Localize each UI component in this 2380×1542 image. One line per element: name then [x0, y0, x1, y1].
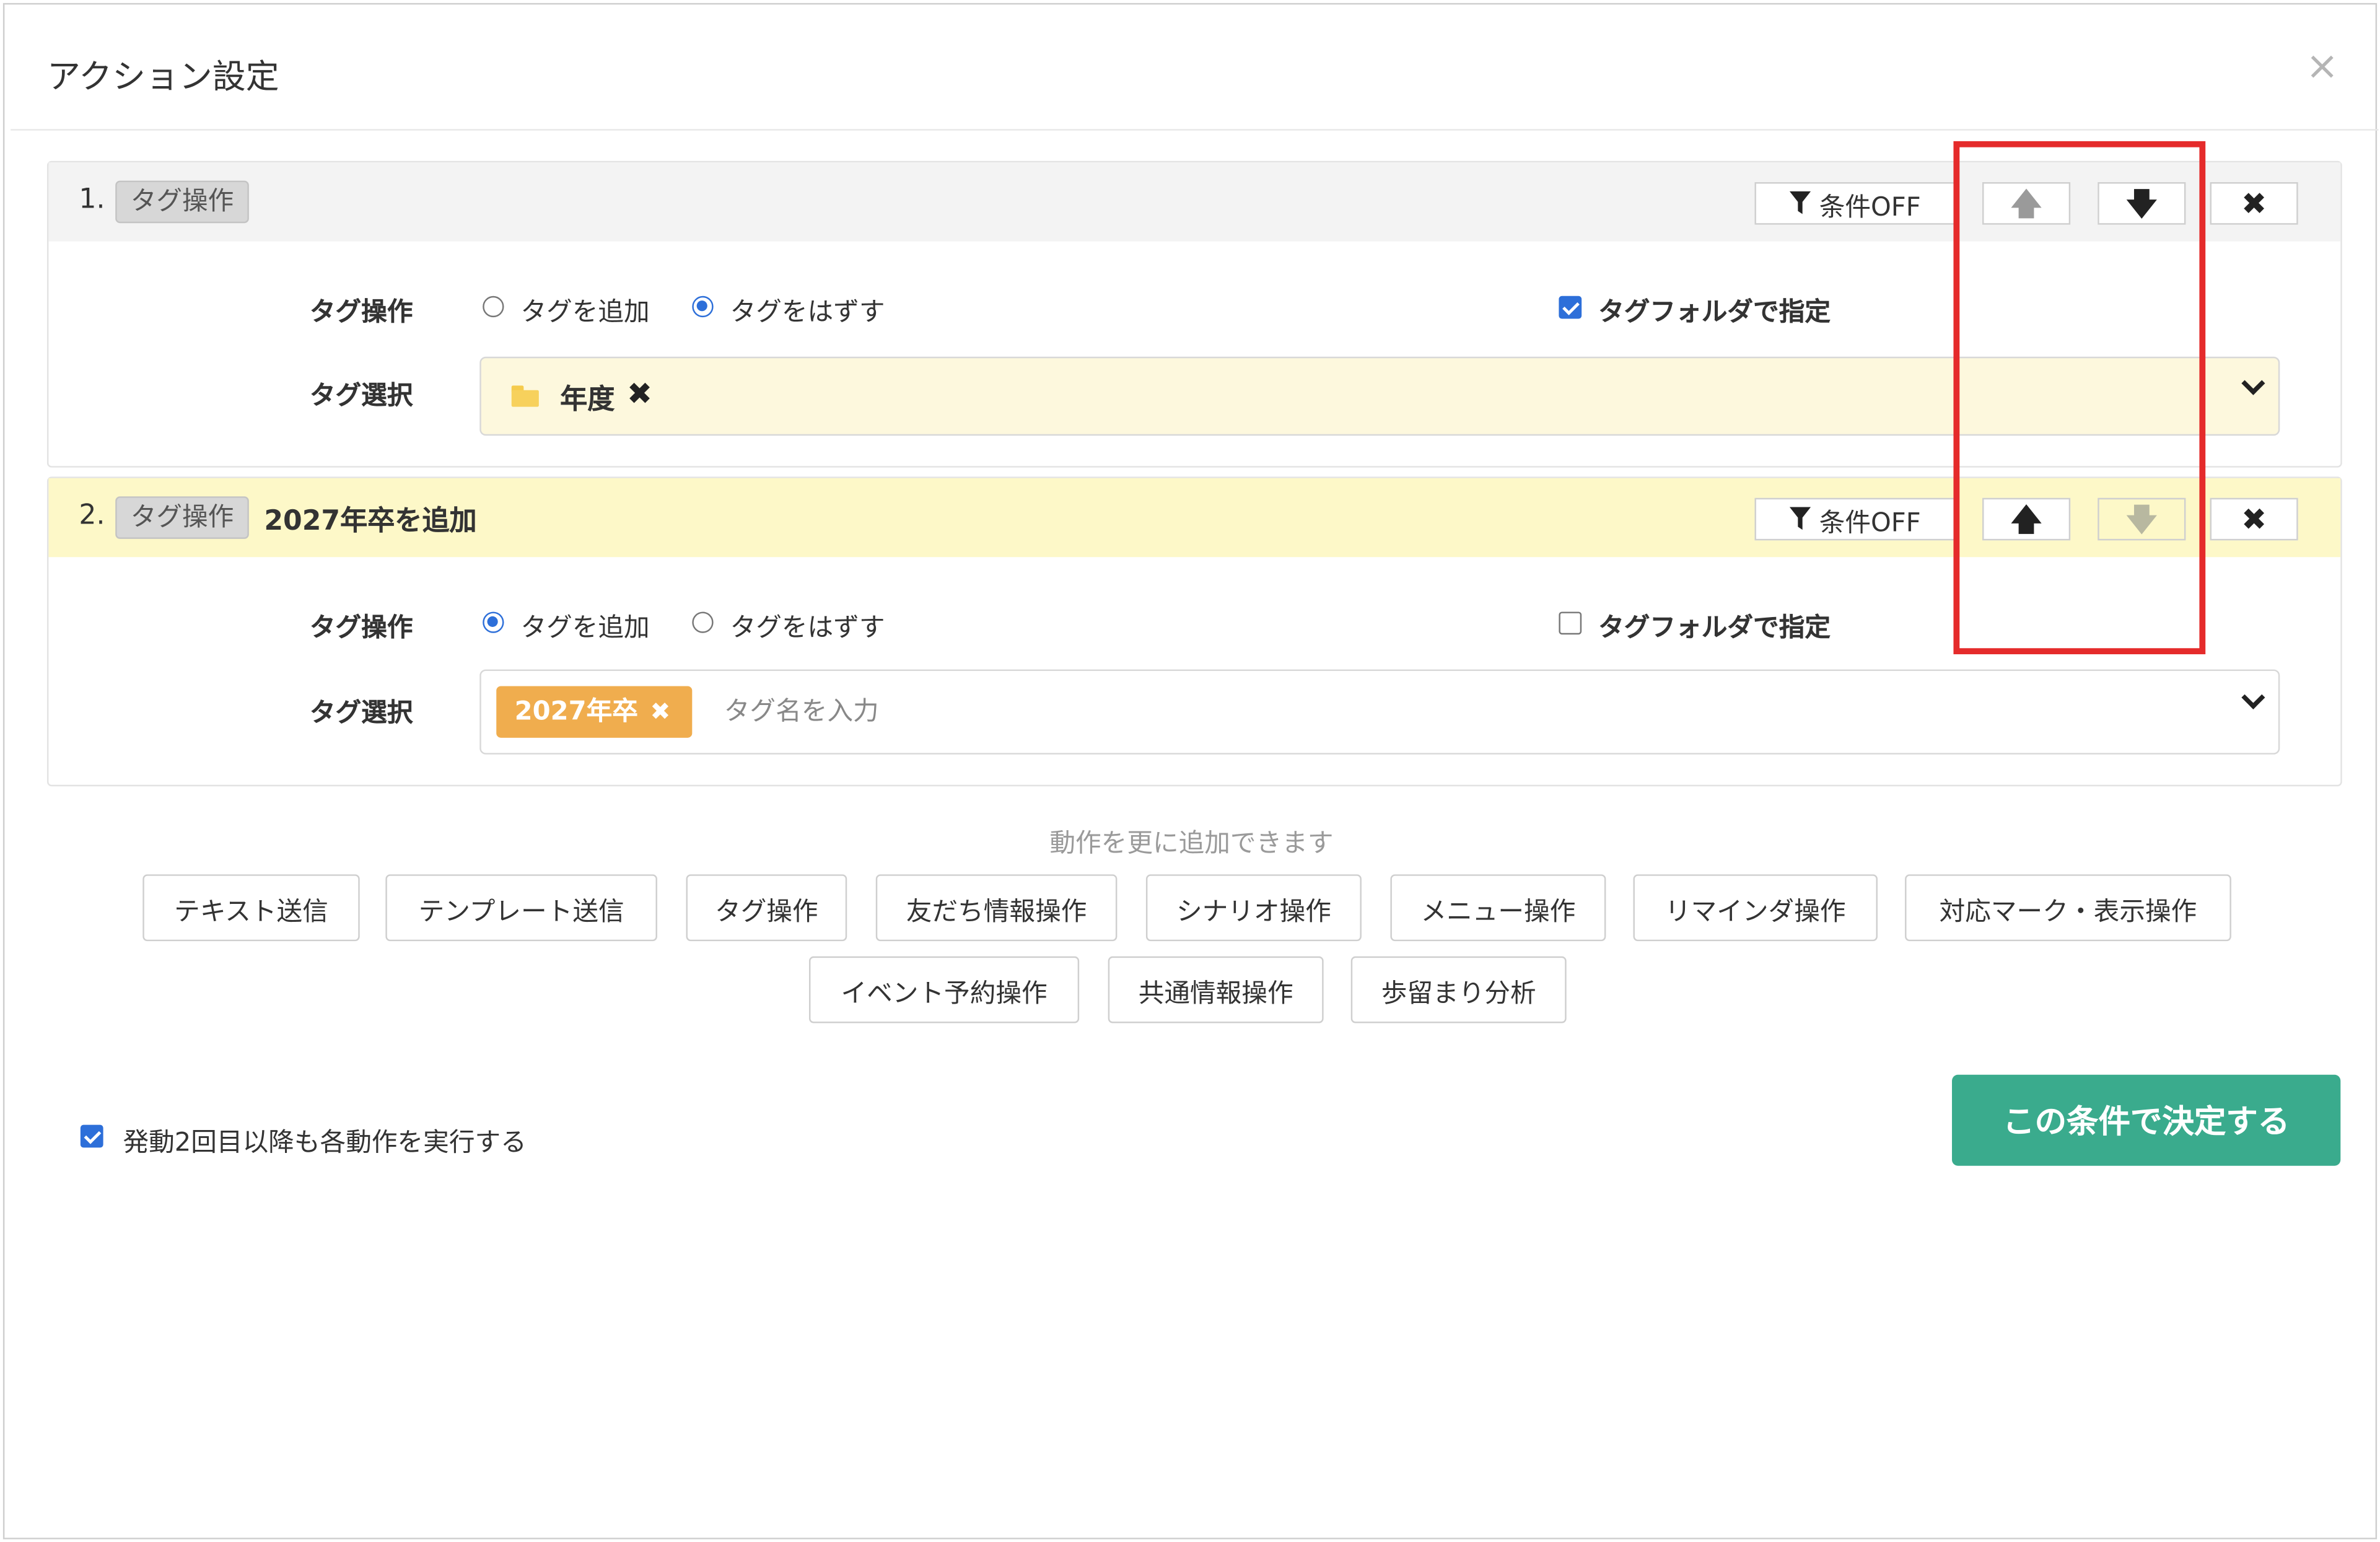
- folder-checkbox-label: タグフォルダで指定: [1598, 613, 1831, 644]
- radio-add-tag-label: タグを追加: [520, 297, 650, 328]
- action-panel-2: 2. タグ操作 2027年卒を追加 条件OFF 🡅 🡇 ✖ タグ操作 タグを追加…: [46, 476, 2342, 787]
- add-shared-info-button[interactable]: 共通情報操作: [1108, 956, 1324, 1023]
- add-friend-info-button[interactable]: 友だち情報操作: [875, 874, 1118, 942]
- radio-remove-tag-label: タグをはずす: [730, 613, 885, 644]
- delete-action-button[interactable]: ✖: [2210, 497, 2298, 541]
- close-icon[interactable]: ×: [2306, 47, 2338, 87]
- folder-checkbox-label: タグフォルダで指定: [1598, 297, 1831, 328]
- arrow-up-icon: 🡅: [2010, 501, 2042, 538]
- folder-checkbox[interactable]: [1559, 611, 1582, 635]
- add-conversion-analysis-button[interactable]: 歩留まり分析: [1350, 956, 1567, 1023]
- tag-select[interactable]: 2027年卒 ✖: [479, 669, 2280, 755]
- add-tag-operation-button[interactable]: タグ操作: [686, 874, 847, 942]
- action-type-badge: タグ操作: [115, 496, 249, 539]
- header-divider: [11, 129, 2379, 131]
- radio-add-tag[interactable]: [483, 296, 504, 318]
- condition-toggle-button[interactable]: 条件OFF: [1754, 497, 1955, 541]
- add-reminder-button[interactable]: リマインダ操作: [1633, 874, 1878, 942]
- delete-action-button[interactable]: ✖: [2210, 182, 2298, 225]
- submit-button[interactable]: この条件で決定する: [1952, 1074, 2341, 1166]
- add-event-booking-button[interactable]: イベント予約操作: [808, 956, 1080, 1023]
- radio-remove-tag[interactable]: [692, 296, 714, 318]
- move-up-button[interactable]: 🡅: [1982, 182, 2071, 225]
- add-template-send-button[interactable]: テンプレート送信: [385, 874, 657, 942]
- chevron-down-icon[interactable]: [2242, 689, 2263, 710]
- action-settings-modal: アクション設定 × 1. タグ操作 条件OFF 🡅 🡇 ✖ タグ操作 タグを追加…: [2, 2, 2379, 1540]
- arrow-up-icon: 🡅: [2010, 185, 2042, 222]
- condition-toggle-button[interactable]: 条件OFF: [1754, 182, 1955, 225]
- close-icon: ✖: [2241, 501, 2267, 538]
- tag-operation-label: タグ操作: [309, 297, 413, 328]
- add-mark-display-button[interactable]: 対応マーク・表示操作: [1905, 874, 2231, 942]
- selected-tag-chip: 2027年卒 ✖: [496, 686, 692, 738]
- tag-operation-label: タグ操作: [309, 613, 413, 644]
- remove-tag-icon[interactable]: ✖: [650, 686, 671, 738]
- folder-checkbox[interactable]: [1559, 296, 1582, 319]
- tag-select-label: タグ選択: [309, 381, 413, 412]
- radio-add-tag-label: タグを追加: [520, 613, 650, 644]
- action-number: 1.: [79, 183, 105, 216]
- action-header-2: 2. タグ操作 2027年卒を追加 条件OFF 🡅 🡇 ✖: [48, 478, 2341, 558]
- add-actions-hint: 動作を更に追加できます: [1049, 828, 1334, 859]
- tag-name-input[interactable]: [724, 692, 1635, 732]
- remove-folder-icon[interactable]: ✖: [627, 375, 652, 411]
- radio-remove-tag[interactable]: [692, 611, 714, 633]
- move-down-button[interactable]: 🡇: [2098, 497, 2186, 541]
- arrow-down-icon: 🡇: [2126, 185, 2158, 222]
- add-scenario-button[interactable]: シナリオ操作: [1145, 874, 1362, 942]
- arrow-down-icon: 🡇: [2126, 501, 2158, 538]
- action-type-badge: タグ操作: [115, 180, 249, 224]
- action-number: 2.: [79, 499, 105, 532]
- add-menu-button[interactable]: メニュー操作: [1390, 874, 1606, 942]
- repeat-checkbox[interactable]: [80, 1124, 103, 1148]
- selected-tag-label: 2027年卒: [514, 696, 638, 727]
- action-title: 2027年卒を追加: [264, 505, 477, 538]
- selected-folder: 年度: [560, 383, 615, 416]
- tag-select-label: タグ選択: [309, 698, 413, 729]
- move-up-button[interactable]: 🡅: [1982, 497, 2071, 541]
- add-text-send-button[interactable]: テキスト送信: [142, 874, 360, 942]
- folder-select[interactable]: 年度 ✖: [479, 356, 2280, 436]
- move-down-button[interactable]: 🡇: [2098, 182, 2186, 225]
- radio-add-tag[interactable]: [483, 611, 504, 633]
- chevron-down-icon[interactable]: [2242, 375, 2263, 396]
- filter-icon: [1788, 191, 1811, 214]
- radio-remove-tag-label: タグをはずす: [730, 297, 885, 328]
- folder-icon: [511, 385, 539, 407]
- action-header-1: 1. タグ操作 条件OFF 🡅 🡇 ✖: [48, 162, 2341, 242]
- condition-toggle-label: 条件OFF: [1819, 507, 1921, 538]
- condition-toggle-label: 条件OFF: [1819, 191, 1921, 222]
- action-panel-1: 1. タグ操作 条件OFF 🡅 🡇 ✖ タグ操作 タグを追加 タグをはずす タグ…: [46, 160, 2342, 468]
- filter-icon: [1788, 507, 1811, 530]
- modal-title: アクション設定: [46, 59, 279, 97]
- repeat-checkbox-label: 発動2回目以降も各動作を実行する: [123, 1128, 527, 1159]
- close-icon: ✖: [2241, 185, 2267, 222]
